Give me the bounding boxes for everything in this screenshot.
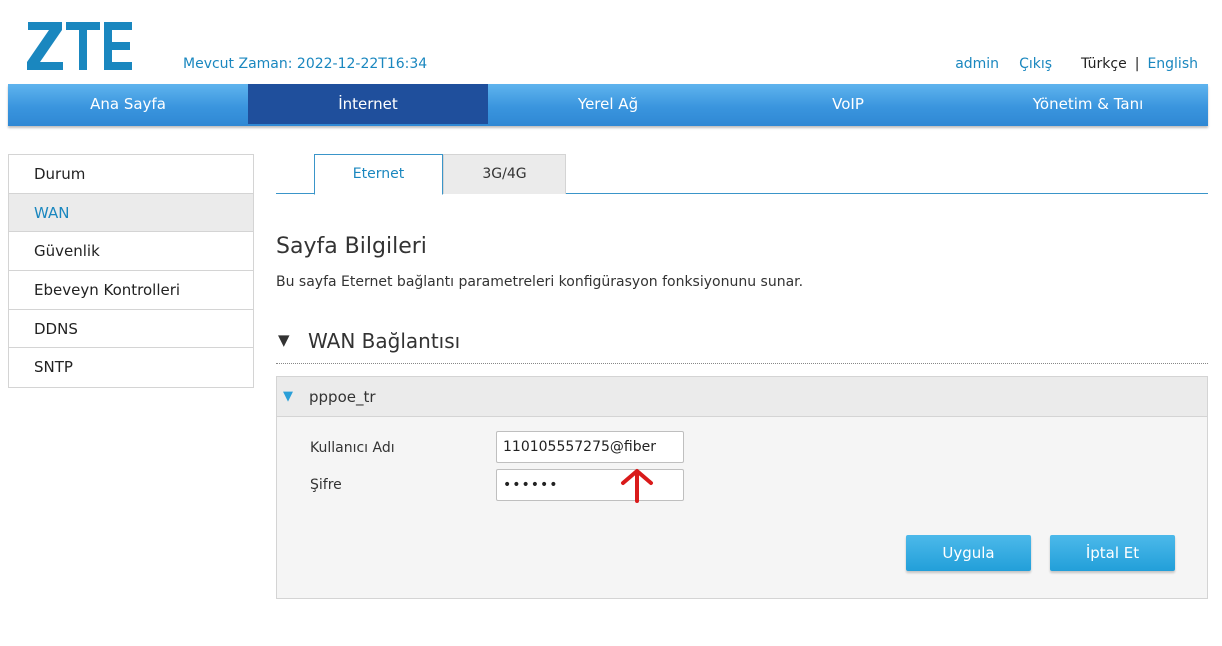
tab-bar: Eternet 3G/4G bbox=[276, 154, 1208, 195]
username-input[interactable]: 110105557275@fiber bbox=[496, 431, 684, 463]
sidebar-item-parental-controls[interactable]: Ebeveyn Kontrolleri bbox=[9, 271, 253, 310]
sidebar-item-status[interactable]: Durum bbox=[9, 155, 253, 194]
page-title: Sayfa Bilgileri bbox=[276, 234, 427, 259]
password-label: Şifre bbox=[310, 477, 342, 493]
connection-header[interactable]: ▼ pppoe_tr bbox=[277, 377, 1207, 417]
sidebar-item-ddns[interactable]: DDNS bbox=[9, 309, 253, 349]
sidebar-item-wan[interactable]: WAN bbox=[9, 193, 253, 233]
nav-voip[interactable]: VoIP bbox=[728, 84, 968, 124]
language-current: Türkçe bbox=[1081, 56, 1127, 72]
nav-internet[interactable]: İnternet bbox=[248, 84, 488, 124]
connection-panel: ▼ pppoe_tr Kullanıcı Adı 110105557275@fi… bbox=[276, 376, 1208, 599]
zte-logo bbox=[26, 20, 134, 72]
current-time: Mevcut Zaman: 2022-12-22T16:34 bbox=[183, 56, 427, 72]
cancel-button[interactable]: İptal Et bbox=[1050, 535, 1175, 571]
nav-local-network[interactable]: Yerel Ağ bbox=[488, 84, 728, 124]
red-arrow-up-icon bbox=[617, 465, 657, 509]
sidebar-item-security[interactable]: Güvenlik bbox=[9, 232, 253, 272]
page-description: Bu sayfa Eternet bağlantı parametreleri … bbox=[276, 274, 804, 290]
time-label: Mevcut Zaman: bbox=[183, 56, 293, 72]
language-english-link[interactable]: English bbox=[1147, 56, 1198, 72]
username-label: Kullanıcı Adı bbox=[310, 440, 395, 456]
triangle-down-icon[interactable]: ▼ bbox=[278, 331, 290, 349]
tab-ethernet[interactable]: Eternet bbox=[314, 154, 443, 195]
apply-button[interactable]: Uygula bbox=[906, 535, 1031, 571]
header-links: admin Çıkış Türkçe | English bbox=[955, 56, 1198, 72]
sidebar-item-sntp[interactable]: SNTP bbox=[9, 348, 253, 388]
triangle-down-icon[interactable]: ▼ bbox=[283, 389, 293, 404]
nav-home[interactable]: Ana Sayfa bbox=[8, 84, 248, 124]
wan-connection-header[interactable]: ▼ WAN Bağlantısı bbox=[276, 328, 1208, 364]
time-value: 2022-12-22T16:34 bbox=[296, 56, 428, 72]
sidebar: Durum WAN Güvenlik Ebeveyn Kontrolleri D… bbox=[8, 154, 254, 389]
main-nav: Ana Sayfa İnternet Yerel Ağ VoIP Yönetim… bbox=[8, 84, 1208, 126]
zte-logo-icon bbox=[27, 22, 132, 70]
section-title: WAN Bağlantısı bbox=[308, 329, 461, 353]
connection-name: pppoe_tr bbox=[309, 388, 376, 406]
tab-3g-4g[interactable]: 3G/4G bbox=[443, 154, 566, 194]
logout-link[interactable]: Çıkış bbox=[1019, 56, 1052, 72]
admin-link[interactable]: admin bbox=[955, 56, 999, 72]
nav-management[interactable]: Yönetim & Tanı bbox=[968, 84, 1208, 124]
language-separator: | bbox=[1134, 56, 1140, 72]
